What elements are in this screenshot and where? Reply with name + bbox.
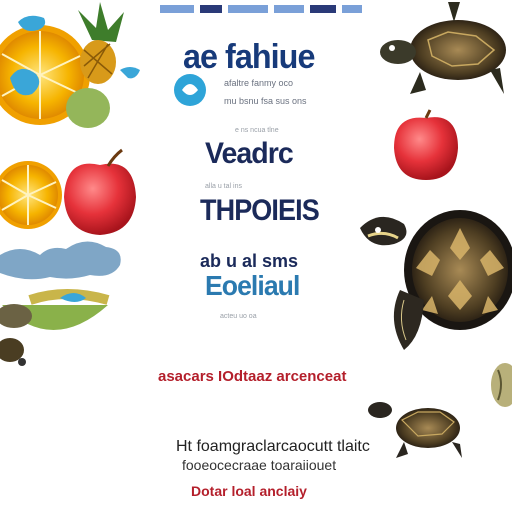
brand-swirl-icon: [174, 74, 206, 106]
coral-icon: [0, 241, 121, 280]
section-1-footnote: alla u tal ins: [205, 183, 242, 190]
pineapple-icon: [78, 2, 124, 84]
section-3-heading: Eoeliaul: [205, 270, 300, 301]
section-1-heading: Veadrc: [205, 137, 294, 170]
turtle-small-right-icon: [368, 402, 462, 458]
orange-slice-middle-icon: [0, 161, 62, 229]
turtle-small-left-icon: [0, 338, 26, 366]
page-title: ae fahiue: [183, 38, 315, 76]
subtitle-line-2: mu bsnu fsa sus ons: [224, 96, 307, 106]
body-line-2: fooeocecraae toaraiiouet: [182, 457, 337, 473]
turtle-partial-right-icon: [491, 363, 512, 407]
body-line-3: Dotar loal anclaiy: [191, 483, 307, 499]
section-3-footnote: acteu uo oa: [220, 313, 257, 320]
sea-turtle-large-icon: [360, 210, 512, 350]
tagline: asacars IOdtaaz arcenceat: [158, 368, 347, 385]
mango-icon: [66, 88, 110, 128]
fruit-bowl-icon: [0, 289, 110, 330]
apple-left-icon: [64, 148, 136, 235]
section-2-heading: THPOIEIS: [200, 194, 320, 227]
subtitle-line-1: afaltre fanmy oco: [224, 78, 294, 88]
turtle-top-right-icon: [380, 2, 506, 94]
section-1-caption: e ns ncua tlne: [235, 127, 279, 134]
section-3-stacked-label: ab u al sms: [200, 251, 299, 271]
blue-crystal-icon: [120, 67, 140, 79]
body-line-1: Ht foamgraclarcaocutt tlaitc: [176, 438, 370, 455]
apple-right-icon: [394, 109, 458, 180]
